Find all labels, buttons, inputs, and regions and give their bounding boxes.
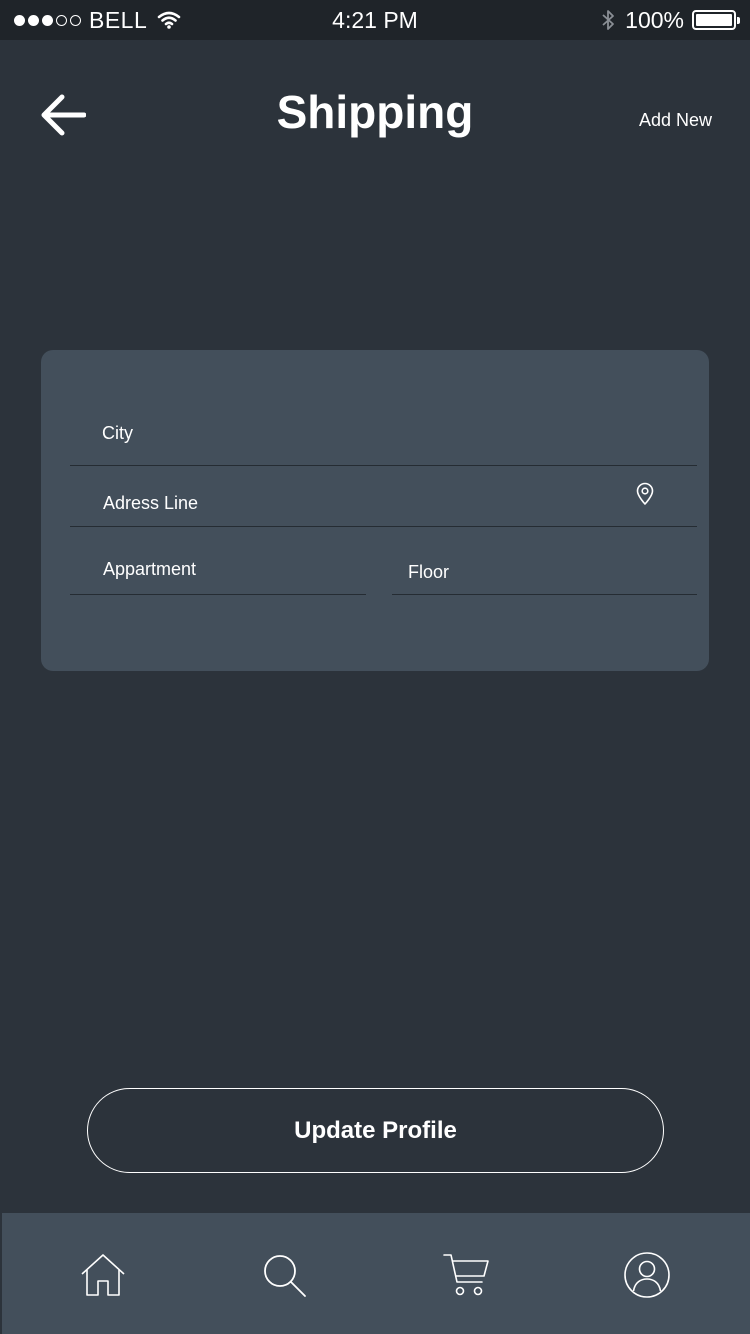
status-bar: BELL 4:21 PM 100%	[0, 0, 750, 40]
home-icon	[79, 1252, 127, 1298]
apartment-placeholder: Appartment	[103, 559, 197, 579]
bluetooth-icon	[601, 8, 615, 32]
city-placeholder: City	[102, 423, 133, 443]
update-profile-button[interactable]: Update Profile	[87, 1088, 664, 1173]
floor-placeholder: Floor	[408, 562, 450, 582]
address-line-field[interactable]: Adress Line	[70, 470, 697, 527]
nav-profile[interactable]	[619, 1247, 675, 1303]
search-icon	[260, 1251, 308, 1299]
bottom-nav	[2, 1213, 750, 1334]
nav-home[interactable]	[75, 1247, 131, 1303]
location-pin-icon[interactable]	[635, 482, 655, 506]
cart-icon	[442, 1252, 490, 1298]
status-right: 100%	[601, 5, 740, 35]
nav-cart[interactable]	[438, 1247, 494, 1303]
floor-field[interactable]: Floor	[392, 538, 697, 595]
update-profile-label: Update Profile	[294, 1116, 457, 1144]
address-line-placeholder: Adress Line	[103, 493, 199, 513]
page-title: Shipping	[276, 86, 474, 138]
nav-search[interactable]	[256, 1247, 312, 1303]
shipping-form-card: City Adress Line Appartment Floor	[41, 350, 709, 671]
profile-icon	[623, 1251, 671, 1299]
add-new-button[interactable]: Add New	[639, 108, 712, 132]
apartment-field[interactable]: Appartment	[70, 538, 366, 595]
battery-icon	[692, 10, 740, 30]
battery-percentage: 100%	[625, 6, 684, 33]
city-field[interactable]: City	[70, 410, 697, 466]
